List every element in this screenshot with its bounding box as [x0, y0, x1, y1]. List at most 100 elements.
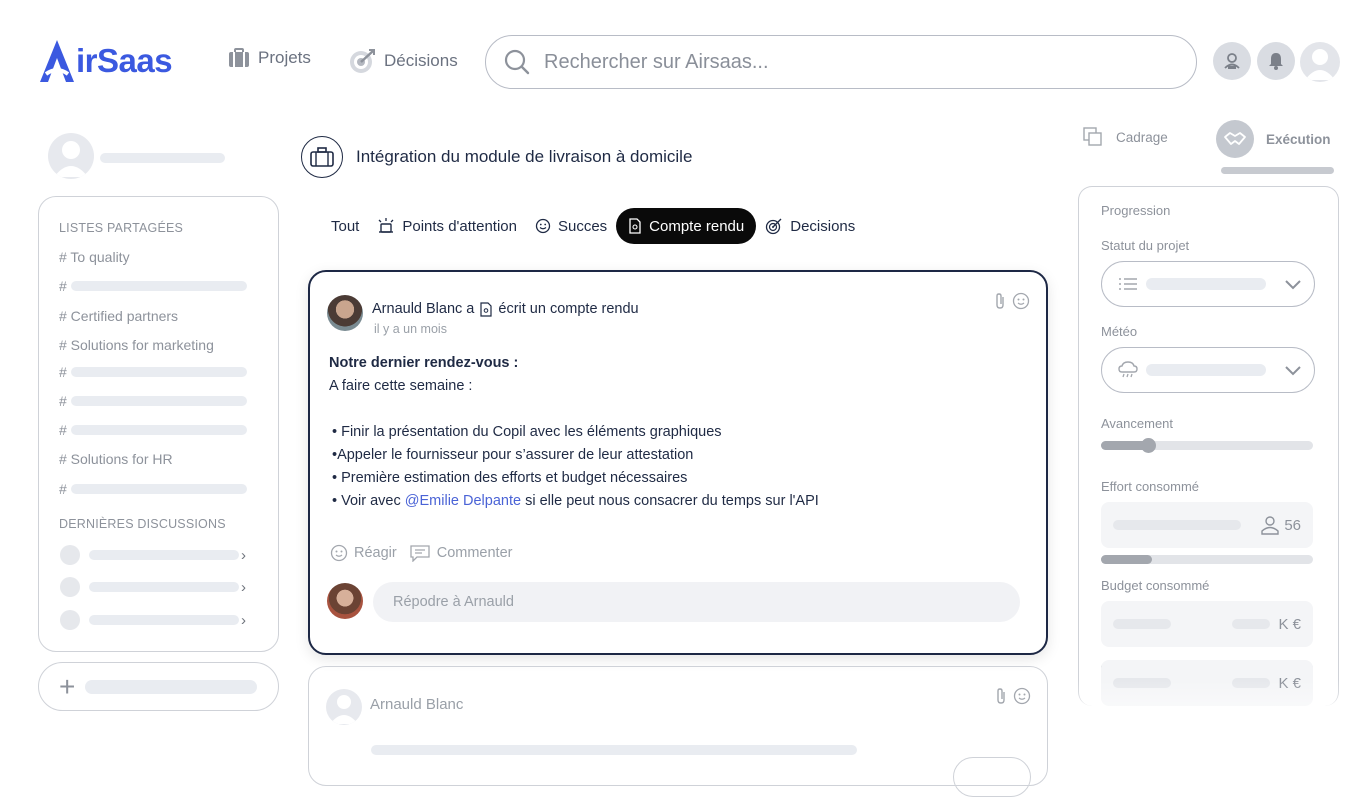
handshake-icon: [1216, 120, 1254, 158]
logo-text: irSaas: [76, 42, 173, 79]
nav-projets-label: Projets: [258, 48, 311, 67]
document-icon: [480, 301, 492, 317]
airsaas-logo[interactable]: irSaas: [38, 38, 173, 84]
post-bullet: •Appeler le fournisseur pour s’assurer d…: [332, 447, 694, 463]
statut-placeholder: [1146, 278, 1266, 290]
attachment-icon[interactable]: [994, 292, 1006, 310]
list-item[interactable]: #: [59, 481, 247, 497]
sidebar-avatar[interactable]: [48, 133, 94, 179]
current-user-avatar: [327, 583, 363, 619]
chevron-right-icon: ›: [241, 578, 246, 596]
nav-decisions-label: Décisions: [384, 51, 458, 70]
reply-input[interactable]: [373, 582, 1020, 622]
list-item[interactable]: # To quality: [59, 249, 130, 265]
react-button[interactable]: Réagir: [330, 544, 397, 562]
phase-execution-label: Exécution: [1266, 131, 1331, 147]
post-bullet: • Voir avec @Emilie Delpante si elle peu…: [329, 490, 1019, 513]
list-item[interactable]: # Certified partners: [59, 308, 178, 324]
discussion-avatar: [60, 610, 80, 630]
add-button[interactable]: +: [38, 662, 279, 711]
notifications-button[interactable]: [1257, 42, 1295, 80]
user-mention[interactable]: @Emilie Delpante: [405, 493, 521, 509]
list-item-label: #: [59, 393, 67, 409]
list-item-placeholder: [70, 367, 247, 377]
list-item[interactable]: #: [59, 364, 247, 380]
post-bullet: • Première estimation des efforts et bud…: [332, 470, 688, 486]
avancement-slider[interactable]: [1101, 438, 1313, 453]
list-item-placeholder: [70, 484, 247, 494]
list-item-label: # Certified partners: [59, 308, 179, 324]
list-item-label: #: [59, 422, 67, 438]
post-card-secondary: Arnauld Blanc: [308, 666, 1048, 797]
discussion-item[interactable]: ›: [60, 577, 246, 597]
briefcase-icon: [228, 48, 250, 68]
comment-button[interactable]: Commenter: [409, 544, 512, 562]
attachment-icon[interactable]: [995, 687, 1007, 705]
discussion-item[interactable]: ›: [60, 610, 246, 630]
smiley-icon: [330, 544, 348, 562]
tab-tout[interactable]: Tout: [322, 208, 368, 244]
phase-active-indicator: [1221, 167, 1334, 174]
tab-label: Decisions: [790, 217, 856, 235]
list-item[interactable]: # Solutions for HR: [59, 451, 173, 467]
discussion-item[interactable]: ›: [60, 545, 246, 565]
list-item[interactable]: #: [59, 278, 247, 294]
meteo-select[interactable]: [1101, 347, 1315, 393]
phase-execution[interactable]: Exécution: [1216, 120, 1331, 158]
list-item[interactable]: #: [59, 393, 247, 409]
avancement-knob[interactable]: [1141, 438, 1156, 453]
discussions-title: DERNIÈRES DISCUSSIONS: [59, 517, 226, 531]
nav-projets[interactable]: Projets: [228, 48, 311, 68]
effort-bar: [1101, 555, 1313, 564]
post-header: Arnauld Blanc a écrit un compte rendu: [372, 301, 639, 317]
list-icon: [1118, 276, 1138, 292]
statut-select[interactable]: [1101, 261, 1315, 307]
bell-icon: [1267, 51, 1285, 71]
post-action-button[interactable]: [953, 757, 1031, 797]
tab-succes[interactable]: Succes: [526, 208, 616, 244]
add-placeholder: [85, 679, 258, 694]
chevron-right-icon: ›: [241, 611, 246, 629]
tab-label: Tout: [331, 217, 360, 235]
smiley-icon[interactable]: [1013, 687, 1031, 705]
search-bar[interactable]: [485, 35, 1197, 89]
list-item[interactable]: #: [59, 422, 247, 438]
discussion-placeholder: [89, 615, 239, 625]
progression-title: Progression: [1101, 203, 1171, 218]
post-card: Arnauld Blanc a écrit un compte rendu il…: [308, 270, 1048, 655]
search-input[interactable]: [544, 50, 1144, 74]
post-bullet: • Finir la présentation du Copil avec le…: [332, 424, 722, 440]
budget-unit: K €: [1278, 615, 1301, 633]
tab-points-attention[interactable]: Points d'attention: [368, 208, 526, 244]
author-avatar[interactable]: [326, 689, 362, 725]
nav-decisions[interactable]: Décisions: [348, 48, 458, 74]
smiley-icon[interactable]: [1012, 292, 1030, 310]
project-icon: [301, 136, 343, 178]
chevron-right-icon: ›: [241, 546, 246, 564]
phase-cadrage[interactable]: Cadrage: [1082, 126, 1168, 148]
list-item[interactable]: # Solutions for marketing: [59, 337, 214, 353]
post-corner-actions: [994, 292, 1030, 310]
tab-label: Succes: [557, 217, 608, 235]
list-item-placeholder: [70, 281, 247, 291]
author-avatar[interactable]: [327, 295, 363, 331]
effort-label: Effort consommé: [1101, 479, 1200, 494]
profile-button[interactable]: [1213, 42, 1251, 80]
avancement-label: Avancement: [1101, 416, 1174, 431]
post-author: Arnauld Blanc: [370, 696, 464, 713]
tab-decisions[interactable]: Decisions: [756, 208, 864, 244]
target-icon: [348, 48, 376, 74]
effort-number: 56: [1284, 516, 1301, 534]
list-item-label: #: [59, 278, 67, 294]
effort-placeholder: [1113, 520, 1241, 530]
avatar-placeholder-icon: [1305, 49, 1335, 80]
tab-compte-rendu[interactable]: Compte rendu: [616, 208, 757, 244]
logo-a-icon: [40, 40, 74, 82]
progress-panel: Progression Statut du projet Météo Avanc…: [1078, 186, 1339, 706]
chevron-down-icon: [1284, 364, 1302, 376]
post-subheading: A faire cette semaine :: [329, 378, 473, 394]
list-item-label: #: [59, 364, 67, 380]
user-avatar[interactable]: [1300, 42, 1340, 82]
post-bullet-prefix: • Voir avec: [332, 493, 405, 509]
avatar-placeholder-icon: [330, 695, 358, 724]
